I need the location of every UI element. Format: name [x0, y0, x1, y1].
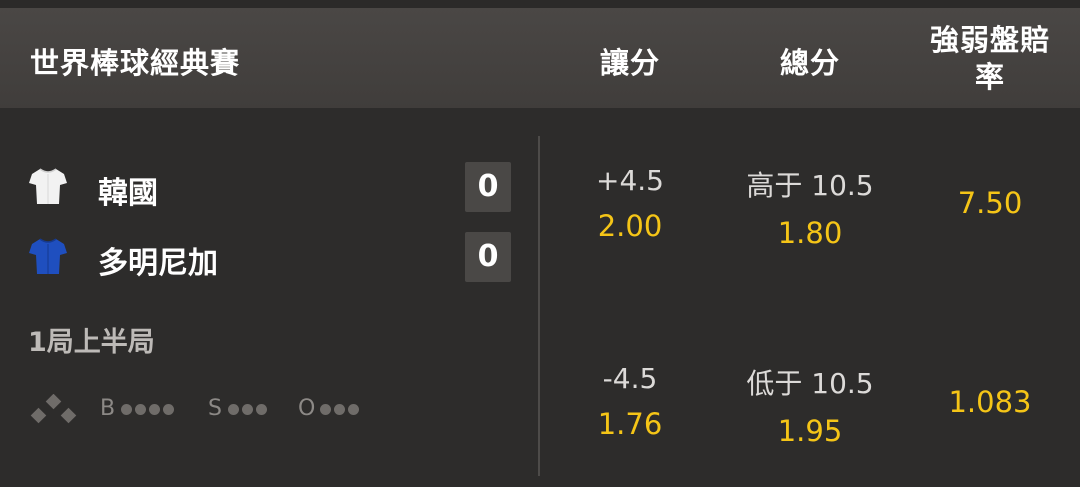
spread-price: 2.00 [597, 209, 663, 243]
spread-price: 1.76 [597, 407, 663, 441]
strikes-dots [228, 404, 267, 415]
ball-dot [163, 404, 174, 415]
odds-button-total-over[interactable]: 高于 10.5 1.80 [725, 164, 895, 250]
market-header: 世界棒球經典賽 讓分 總分 強弱盤賠 率 [0, 8, 1080, 108]
inning-status: 1局上半局 [28, 327, 155, 358]
spread-line: -4.5 [602, 362, 658, 395]
ball-dot [121, 404, 132, 415]
out-dot [320, 404, 331, 415]
odds-button-spread-away[interactable]: -4.5 1.76 [545, 362, 715, 441]
column-header-moneyline-line2: 率 [974, 60, 1005, 94]
column-header-moneyline: 強弱盤賠 率 [915, 22, 1065, 96]
total-line: 低于 10.5 [746, 367, 874, 400]
odds-button-moneyline-away[interactable]: 1.083 [905, 385, 1075, 419]
total-line: 高于 10.5 [746, 169, 874, 202]
ball-dot [149, 404, 160, 415]
strike-dot [256, 404, 267, 415]
strike-dot [228, 404, 239, 415]
out-dot [348, 404, 359, 415]
team-away-score: 0 [465, 232, 511, 282]
outs-label: O [298, 396, 316, 421]
odds-button-spread-home[interactable]: +4.5 2.00 [545, 164, 715, 243]
league-title[interactable]: 世界棒球經典賽 [30, 40, 240, 82]
bases-diamond-icon [30, 394, 77, 424]
white-jersey-icon [29, 168, 67, 204]
odds-button-total-under[interactable]: 低于 10.5 1.95 [725, 362, 895, 448]
team-home-score: 0 [465, 162, 511, 212]
column-header-spread: 讓分 [599, 46, 660, 80]
odds-button-moneyline-home[interactable]: 7.50 [905, 186, 1075, 220]
balls-label: B [100, 396, 116, 421]
column-header-moneyline-line1: 強弱盤賠 [929, 23, 1050, 57]
balls-dots [121, 404, 174, 415]
ball-dot [135, 404, 146, 415]
top-strip [0, 0, 1080, 8]
strike-dot [242, 404, 253, 415]
spread-line: +4.5 [596, 164, 664, 197]
out-dot [334, 404, 345, 415]
match-row[interactable] [0, 108, 1080, 487]
team-name: 多明尼加 [98, 246, 218, 281]
strikes-label: S [208, 396, 222, 421]
outs-dots [320, 404, 359, 415]
total-price: 1.95 [777, 414, 843, 448]
moneyline-price: 1.083 [948, 385, 1032, 419]
column-divider [538, 136, 540, 476]
column-header-total: 總分 [779, 46, 840, 80]
blue-jersey-icon [29, 238, 67, 274]
moneyline-price: 7.50 [957, 186, 1023, 220]
team-name: 韓國 [98, 176, 158, 211]
total-price: 1.80 [777, 216, 843, 250]
